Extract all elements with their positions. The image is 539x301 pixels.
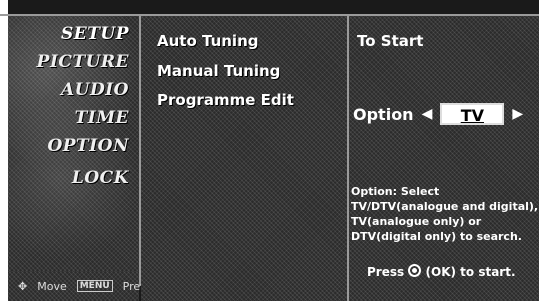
option-selector[interactable]: Option ◀ TV ▶ <box>353 103 523 125</box>
menu-item-audio[interactable]: AUDIO <box>61 80 129 100</box>
navigation-footer: ✥ Move MENU Prev <box>8 271 147 301</box>
press-suffix: (OK) to start. <box>425 265 516 279</box>
menu-item-option[interactable]: OPTION <box>47 136 129 156</box>
menu-item-lock[interactable]: LOCK <box>72 168 129 188</box>
option-value-box[interactable]: TV <box>440 103 505 125</box>
press-prefix: Press <box>367 265 405 279</box>
move-label: Move <box>37 279 67 293</box>
submenu-item-auto-tuning[interactable]: Auto Tuning <box>157 32 258 50</box>
press-ok-instruction: Press (OK) to start. <box>367 264 516 279</box>
main-menu-sidebar: SETUP PICTURE AUDIO TIME OPTION LOCK <box>8 16 141 286</box>
right-arrow-icon[interactable]: ▶ <box>512 106 523 122</box>
menu-item-picture[interactable]: PICTURE <box>37 52 129 72</box>
submenu-item-manual-tuning[interactable]: Manual Tuning <box>157 62 280 80</box>
move-icon: ✥ <box>18 279 28 293</box>
menu-key-badge: MENU <box>76 280 113 292</box>
menu-item-setup[interactable]: SETUP <box>61 24 129 44</box>
ok-button-icon <box>408 264 422 277</box>
menu-item-time[interactable]: TIME <box>75 108 129 128</box>
detail-panel: To Start Option ◀ TV ▶ Option: Select TV… <box>349 16 539 301</box>
page-margin <box>0 0 8 301</box>
option-label: Option <box>353 104 414 124</box>
panel-title: To Start <box>357 32 424 50</box>
submenu-item-programme-edit[interactable]: Programme Edit <box>157 91 294 109</box>
left-arrow-icon[interactable]: ◀ <box>422 106 433 122</box>
submenu-panel: Auto Tuning Manual Tuning Programme Edit <box>141 16 349 301</box>
option-value: TV <box>460 106 484 125</box>
tv-menu-screen: SETUP PICTURE AUDIO TIME OPTION LOCK ✥ M… <box>0 0 539 301</box>
option-description: Option: Select TV/DTV(analogue and digit… <box>351 185 539 243</box>
